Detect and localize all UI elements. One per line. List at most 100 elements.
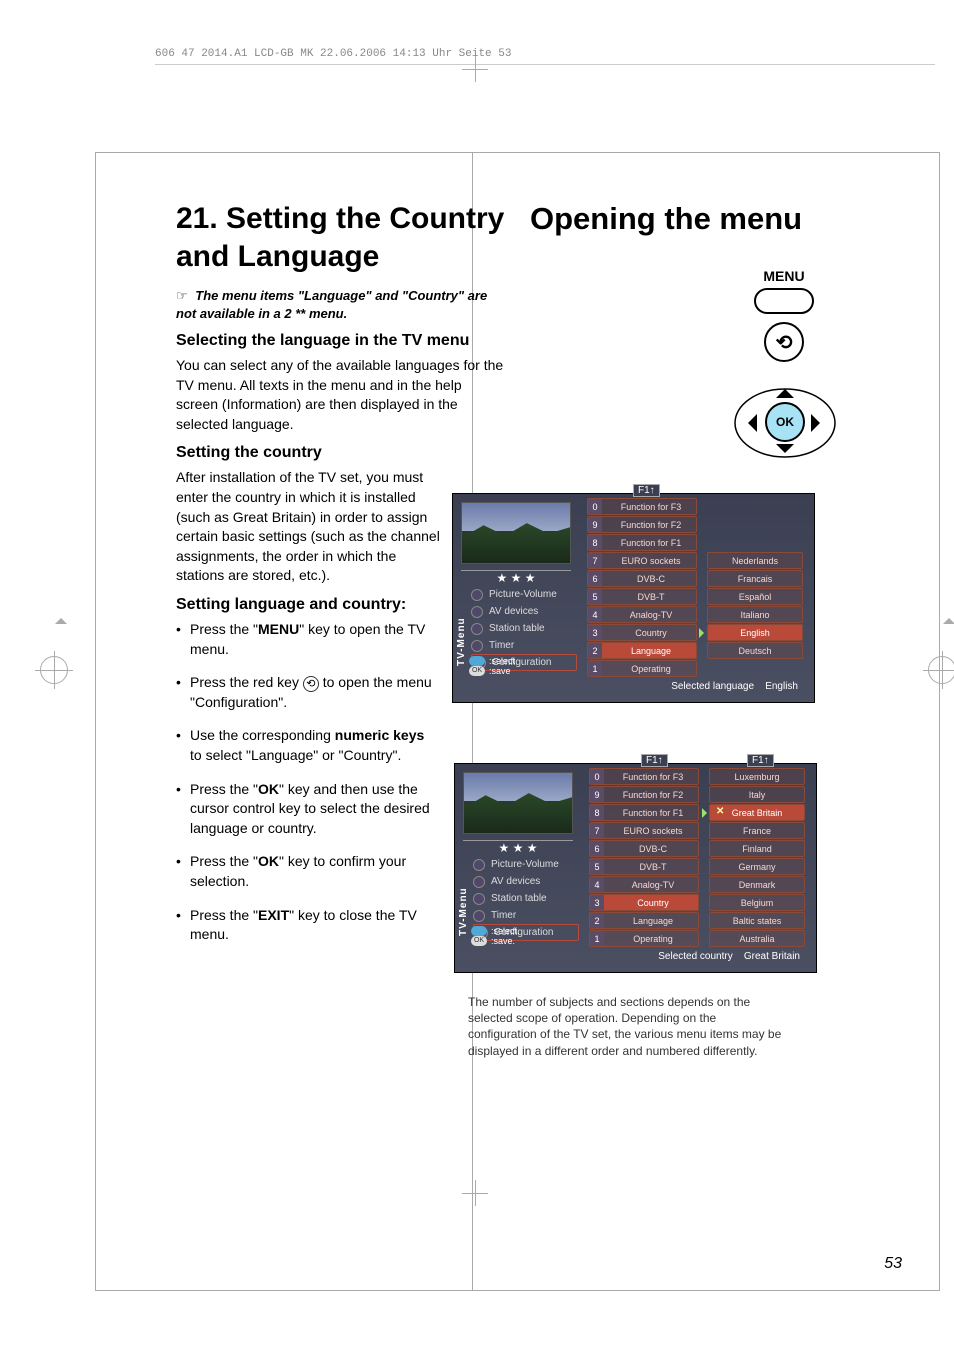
osd-option[interactable]: Luxemburg <box>709 768 805 785</box>
osd-mid-item[interactable]: 1Operating <box>589 930 699 947</box>
osd-mid-item[interactable]: 9Function for F2 <box>587 516 697 533</box>
para-language: You can select any of the available lang… <box>176 356 506 434</box>
bullet-icon <box>473 876 485 888</box>
osd-option[interactable]: France <box>709 822 805 839</box>
osd-option[interactable]: Australia <box>709 930 805 947</box>
osd-mid-item[interactable]: 4Analog-TV <box>589 876 699 893</box>
osd-sidebar-item[interactable]: AV devices <box>471 603 577 620</box>
f1-tag-2: F1↑ <box>747 754 774 767</box>
right-title: Opening the menu <box>530 200 930 239</box>
num-badge: 6 <box>590 841 604 856</box>
mid-label: Language <box>606 646 696 656</box>
osd-option[interactable]: English <box>707 624 803 641</box>
osd-option[interactable]: Germany <box>709 858 805 875</box>
osd-option[interactable]: Finland <box>709 840 805 857</box>
page-number: 53 <box>884 1255 902 1273</box>
menu-label: MENU <box>714 268 854 284</box>
step-6: Press the "EXIT" key to close the TV men… <box>176 906 438 945</box>
mid-label: Function for F1 <box>608 808 698 818</box>
num-badge: 0 <box>588 499 602 514</box>
num-badge: 8 <box>590 805 604 820</box>
osd-sidebar-item[interactable]: Station table <box>471 620 577 637</box>
osd-mid-item[interactable]: 9Function for F2 <box>589 786 699 803</box>
osd-rightcol: LuxemburgItalyGreat BritainFranceFinland… <box>709 768 805 948</box>
mid-label: Country <box>608 898 698 908</box>
osd-mid-item[interactable]: 2 Language <box>587 642 697 659</box>
back-button[interactable]: ⟲ <box>764 322 804 362</box>
preview-sky <box>464 773 572 801</box>
osd-sidebar-item[interactable]: Station table <box>473 890 579 907</box>
osd-option[interactable]: Deutsch <box>707 642 803 659</box>
mid-label: Operating <box>606 664 696 674</box>
osd-option[interactable]: Baltic states <box>709 912 805 929</box>
osd-option[interactable]: Nederlands <box>707 552 803 569</box>
osd-helpers: :select OK:save <box>469 656 515 676</box>
osd-sidebar-item[interactable]: Picture-Volume <box>471 586 577 603</box>
hint-select: :select <box>489 656 515 666</box>
osd-mid-item[interactable]: 5DVB-T <box>589 858 699 875</box>
osd-option[interactable]: Español <box>707 588 803 605</box>
subhead-country: Setting the country <box>176 444 506 462</box>
osd-mid-item[interactable]: 5DVB-T <box>587 588 697 605</box>
subhead-language: Selecting the language in the TV menu <box>176 332 506 350</box>
osd-mid-item[interactable]: 0 Function for F3 <box>587 498 697 515</box>
bullet-icon <box>471 589 483 601</box>
osd-language: F1↑ ★ ★ ★ TV-Menu Picture-VolumeAV devic… <box>452 493 815 703</box>
osd-option[interactable]: Belgium <box>709 894 805 911</box>
osd-mid-item[interactable]: 0Function for F3 <box>589 768 699 785</box>
osd-mid-item[interactable]: 7EURO sockets <box>587 552 697 569</box>
mid-label: Analog-TV <box>606 610 696 620</box>
status-label: Selected language <box>671 681 754 692</box>
step-2: Press the red key ⟲ to open the menu "Co… <box>176 673 438 712</box>
mid-label: DVB-T <box>608 862 698 872</box>
f1-tag: F1↑ <box>641 754 668 767</box>
osd-sidebar-item[interactable]: AV devices <box>473 873 579 890</box>
bullet-icon <box>473 859 485 871</box>
back-glyph-icon: ⟲ <box>776 330 793 355</box>
crop-cross-top <box>462 56 488 82</box>
osd-mid-item[interactable]: 6DVB-C <box>587 570 697 587</box>
osd-status: Selected country Great Britain <box>658 951 800 962</box>
cursor-pad: OK <box>729 376 839 466</box>
osd-mid-item[interactable]: 8Function for F1 <box>587 534 697 551</box>
osd-mid-item[interactable]: 7EURO sockets <box>589 822 699 839</box>
osd-option[interactable]: Denmark <box>709 876 805 893</box>
num-badge: 3 <box>588 625 602 640</box>
osd-mid-item[interactable]: 2Language <box>589 912 699 929</box>
blue-chip-icon <box>471 926 487 936</box>
right-column: Opening the menu <box>530 200 930 251</box>
osd-option[interactable]: Italiano <box>707 606 803 623</box>
osd-mid-item[interactable]: 8 Function for F1 <box>589 804 699 821</box>
preview-thumb <box>461 502 571 564</box>
osd-mid-item[interactable]: 4 Analog-TV <box>587 606 697 623</box>
menu-button[interactable] <box>754 288 814 314</box>
osd-sidebar-item[interactable]: Timer <box>471 637 577 654</box>
osd-country: F1↑ F1↑ ★ ★ ★ TV-Menu Picture-VolumeAV d… <box>454 763 817 973</box>
osd-mid-item[interactable]: 1Operating <box>587 660 697 677</box>
sidebar-label: Picture-Volume <box>491 859 559 870</box>
register-tip <box>55 612 67 624</box>
osd-option[interactable]: Francais <box>707 570 803 587</box>
osd-mid-item[interactable]: 3Country <box>589 894 699 911</box>
status-label: Selected country <box>658 951 733 962</box>
osd-midcol: 0 Function for F3 9Function for F28Functio… <box>587 498 697 678</box>
num-badge: 4 <box>588 607 602 622</box>
num-badge: 1 <box>590 931 604 946</box>
num-badge: 8 <box>588 535 602 550</box>
back-icon: ⟲ <box>303 676 319 692</box>
osd-sidebar-item[interactable]: Picture-Volume <box>473 856 579 873</box>
sidebar-label: Station table <box>491 893 547 904</box>
bullet-icon <box>473 910 485 922</box>
step-1: Press the "MENU" key to open the TV menu… <box>176 620 438 659</box>
status-value: Great Britain <box>744 951 800 962</box>
cursor-ellipse <box>729 388 839 460</box>
print-header-rule <box>155 64 935 65</box>
num-badge: 2 <box>588 643 602 658</box>
osd-mid-item[interactable]: 3Country <box>587 624 697 641</box>
osd-option[interactable]: Italy <box>709 786 805 803</box>
num-badge: 9 <box>588 517 602 532</box>
osd-sidebar-item[interactable]: Timer <box>473 907 579 924</box>
osd-mid-item[interactable]: 6DVB-C <box>589 840 699 857</box>
step-5: Press the "OK" key to confirm your selec… <box>176 852 438 891</box>
mid-label: Function for F3 <box>606 502 696 512</box>
